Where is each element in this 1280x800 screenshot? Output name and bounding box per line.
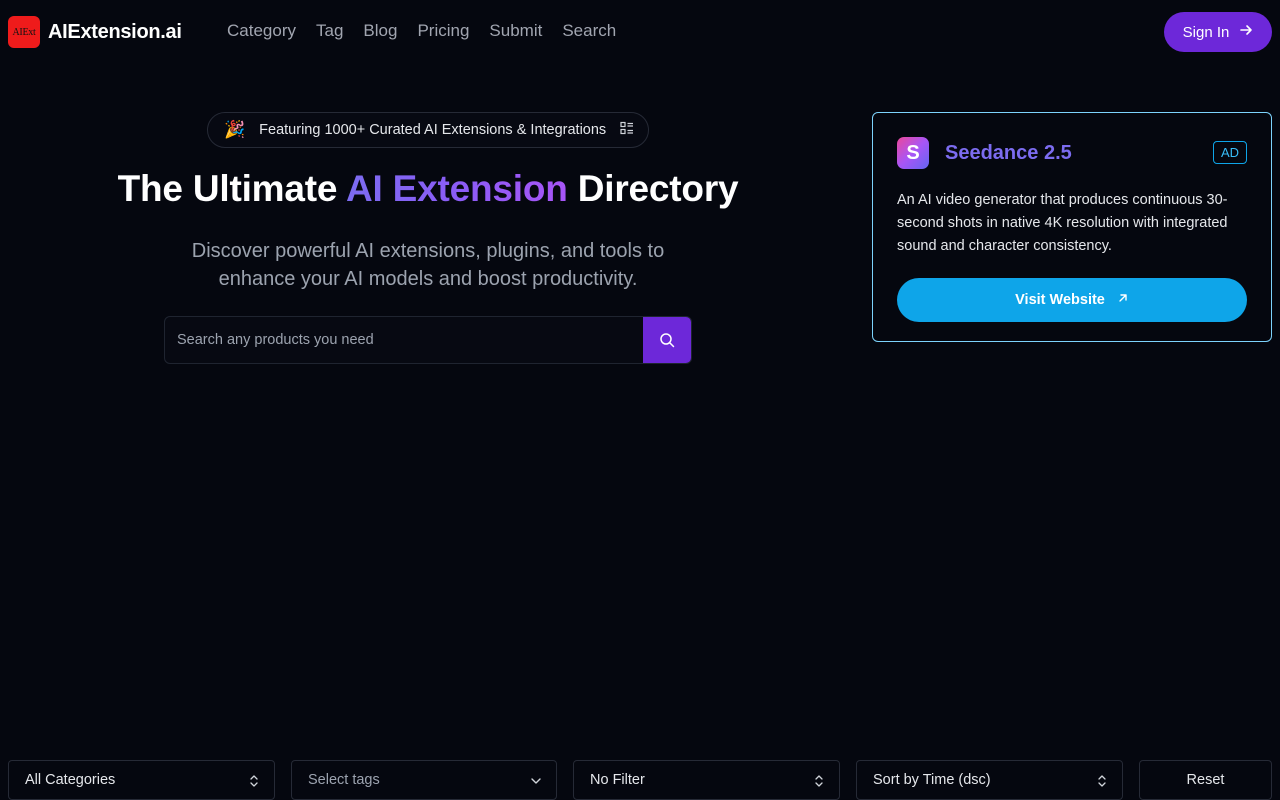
ad-badge: AD: [1212, 141, 1247, 164]
search-input[interactable]: [165, 317, 643, 363]
ad-card: S Seedance 2.5 AD An AI video generator …: [872, 112, 1272, 342]
filter-bar: All Categories Select tags No Filter Sor…: [8, 760, 1272, 800]
category-select-value: All Categories: [25, 772, 116, 788]
tags-select-placeholder: Select tags: [308, 772, 380, 788]
nav-tag[interactable]: Tag: [316, 20, 343, 42]
nav-blog[interactable]: Blog: [363, 20, 397, 42]
filter-select-value: No Filter: [590, 772, 645, 788]
nav-submit[interactable]: Submit: [489, 20, 542, 42]
filter-select[interactable]: No Filter: [573, 760, 840, 800]
ad-header: S Seedance 2.5: [897, 137, 1247, 169]
party-popper-icon: 🎉: [224, 120, 246, 139]
pill-text: Featuring 1000+ Curated AI Extensions & …: [259, 122, 607, 138]
sort-select[interactable]: Sort by Time (dsc): [856, 760, 1123, 800]
logo-link[interactable]: AIExt AIExtension.ai: [8, 16, 182, 48]
hero-title-highlight: AI Extension: [345, 168, 568, 209]
logo-mark: AIExt: [8, 16, 40, 48]
page: AIExt AIExtension.ai Category Tag Blog P…: [0, 0, 1280, 800]
list-icon: [620, 121, 634, 139]
main-nav: Category Tag Blog Pricing Submit Search: [227, 20, 616, 42]
search-button[interactable]: [643, 317, 691, 363]
sign-in-label: Sign In: [1182, 23, 1230, 41]
search-bar: [164, 316, 692, 364]
arrow-up-right-icon: [1117, 292, 1129, 308]
hero-title-post: Directory: [567, 168, 739, 209]
chevron-up-down-icon: [1096, 773, 1108, 793]
hero-subtitle: Discover powerful AI extensions, plugins…: [191, 240, 665, 290]
reset-label: Reset: [1186, 772, 1225, 788]
hero-title-pre: The Ultimate: [117, 168, 346, 209]
category-select[interactable]: All Categories: [8, 760, 275, 800]
logo-text: AIExtension.ai: [48, 20, 182, 43]
nav-search[interactable]: Search: [562, 20, 616, 42]
sign-in-button[interactable]: Sign In: [1164, 12, 1272, 52]
featured-pill[interactable]: 🎉 Featuring 1000+ Curated AI Extensions …: [207, 112, 649, 148]
search-icon: [659, 332, 675, 351]
visit-website-label: Visit Website: [1015, 292, 1105, 308]
visit-website-button[interactable]: Visit Website: [897, 278, 1247, 322]
nav-category[interactable]: Category: [227, 20, 296, 42]
chevron-up-down-icon: [813, 773, 825, 793]
hero-title: The Ultimate AI Extension Directory: [0, 168, 856, 210]
chevron-up-down-icon: [248, 773, 260, 793]
ad-title[interactable]: Seedance 2.5: [945, 142, 1072, 165]
ad-logo: S: [897, 137, 929, 169]
reset-button[interactable]: Reset: [1139, 760, 1272, 800]
ad-description: An AI video generator that produces cont…: [897, 192, 1228, 254]
nav-pricing[interactable]: Pricing: [417, 20, 469, 42]
arrow-right-icon: [1239, 23, 1253, 41]
site-header: AIExt AIExtension.ai Category Tag Blog P…: [0, 0, 1280, 64]
tags-select[interactable]: Select tags: [291, 760, 557, 800]
chevron-down-icon: [530, 773, 542, 793]
sort-select-value: Sort by Time (dsc): [873, 772, 991, 788]
